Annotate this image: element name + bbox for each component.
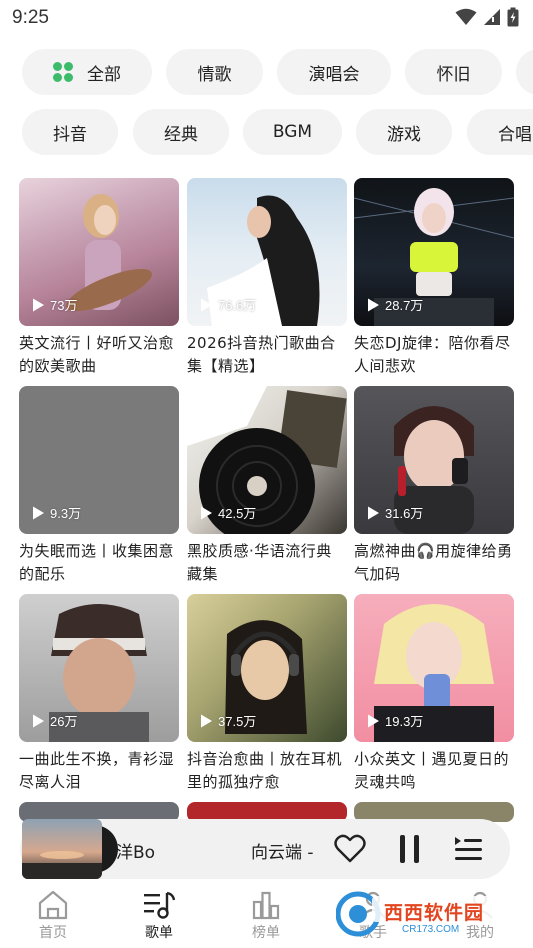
playlist-cover: 9.3万 [19,386,179,534]
tab-label: 歌单 [145,925,173,941]
playlist-cover: 28.7万 [354,178,514,326]
chip-concert[interactable]: 演唱会 [277,49,391,95]
chip-label: 经典 [164,124,198,145]
play-count: 42.5万 [198,503,256,522]
playlist-cover: 26万 [19,594,179,742]
heart-icon [334,834,366,863]
chip-classic[interactable]: 经典 [133,109,229,155]
play-icon [33,714,44,727]
play-count: 37.5万 [198,711,256,730]
watermark-url: CR173.COM [402,924,460,935]
now-playing-cover [22,819,102,879]
playlist-title: 一曲此生不换，青衫湿尽离人泪 [19,750,175,791]
playlist-card[interactable]: 37.5万 抖音治愈曲丨放在耳机里的孤独疗愈 [187,594,347,794]
play-count: 19.3万 [365,711,423,730]
now-playing-artist: 洋Bo [116,843,156,863]
status-bar: 9:25 [0,0,533,36]
play-count: 9.3万 [30,503,81,522]
play-count: 31.6万 [365,503,423,522]
playlist-cover: 76.6万 [187,178,347,326]
chip-label: 怀旧 [436,64,471,85]
site-watermark: 西西软件园 CR173.COM [335,886,516,942]
tab-label: 首页 [39,925,67,941]
playlist-card[interactable]: 76.6万 2026抖音热门歌曲合集【精选】 [187,178,347,378]
queue-icon [455,837,482,860]
playlist-title: 抖音治愈曲丨放在耳机里的孤独疗愈 [187,750,343,791]
playlist-card[interactable]: 42.5万 黑胶质感·华语流行典藏集 [187,386,347,586]
chart-icon [252,891,280,920]
play-icon [201,506,212,519]
play-count: 28.7万 [365,295,423,314]
pause-button[interactable] [393,833,427,865]
play-icon [33,506,44,519]
chip-label: 合唱 [498,124,532,145]
playlist-card[interactable]: 9.3万 为失眠而选丨收集困意的配乐 [19,386,179,586]
status-time: 9:25 [12,7,49,28]
chip-all[interactable]: 全部 [22,49,152,95]
play-count: 26万 [30,711,77,730]
chip-label: 全部 [87,64,121,85]
playlist-cover: 31.6万 [354,386,514,534]
chip-game[interactable]: 游戏 [356,109,452,155]
playlist-cover: 42.5万 [187,386,347,534]
chip-douyin[interactable]: 抖音 [22,109,118,155]
play-icon [33,298,44,311]
play-count: 76.6万 [198,295,256,314]
battery-icon [507,7,519,27]
playlist-title: 小众英文丨遇见夏日的灵魂共鸣 [354,750,510,791]
chip-label: 情歌 [197,64,232,85]
playlist-cover: 19.3万 [354,594,514,742]
chip-label: 演唱会 [308,64,360,85]
watermark-title: 西西软件园 [384,902,485,924]
now-playing-song: 向云端 - [251,843,314,863]
tab-charts[interactable]: 榜单 [231,888,301,942]
play-icon [368,714,379,727]
play-icon [368,298,379,311]
category-chips-row-2: 抖音 经典 BGM 游戏 合唱 [0,109,533,159]
playlist-title: 为失眠而选丨收集困意的配乐 [19,542,175,583]
playlist-card[interactable]: 19.3万 小众英文丨遇见夏日的灵魂共鸣 [354,594,514,794]
playlist-card[interactable]: 28.7万 失恋DJ旋律：陪你看尽人间悲欢 [354,178,514,378]
tab-home[interactable]: 首页 [18,888,88,942]
chip-chorus[interactable]: 合唱 [467,109,533,155]
signal-icon [484,9,500,25]
wifi-icon [455,8,477,25]
chip-bgm[interactable]: BGM [243,109,342,155]
playlist-title: 英文流行丨好听又治愈的欧美歌曲 [19,334,175,375]
playlist-cover: 73万 [19,178,179,326]
grid-icon [53,62,73,82]
home-icon [38,890,68,920]
playlist-title: 失恋DJ旋律：陪你看尽人间悲欢 [354,334,511,375]
play-count: 73万 [30,295,77,314]
playlist-cover: 37.5万 [187,594,347,742]
playlist-card[interactable]: 73万 英文流行丨好听又治愈的欧美歌曲 [19,178,179,378]
play-icon [201,714,212,727]
mini-player[interactable]: 洋Bo 向云端 - [20,819,510,879]
playlist-title: 黑胶质感·华语流行典藏集 [187,542,332,583]
chip-more[interactable] [516,49,533,95]
playlist-queue-button[interactable] [451,833,485,865]
chip-nostalgia[interactable]: 怀旧 [405,49,502,95]
favorite-button[interactable] [333,833,367,865]
playlist-card[interactable]: 26万 一曲此生不换，青衫湿尽离人泪 [19,594,179,794]
pause-icon [400,835,419,863]
play-icon [368,506,379,519]
chip-label: BGM [272,122,313,142]
status-icons [455,7,519,27]
playlist-card[interactable]: 31.6万 高燃神曲🎧用旋律给勇气加码 [354,386,514,586]
chip-label: 游戏 [387,124,421,145]
chip-love-songs[interactable]: 情歌 [166,49,263,95]
playlist-title: 2026抖音热门歌曲合集【精选】 [187,334,336,375]
tab-label: 榜单 [252,925,280,941]
play-icon [201,298,212,311]
chip-label: 抖音 [53,124,87,145]
playlist-note-icon [144,891,176,919]
tab-playlists[interactable]: 歌单 [124,888,194,942]
playlist-title: 高燃神曲🎧用旋律给勇气加码 [354,542,513,583]
category-chips-row-1: 全部 情歌 演唱会 怀旧 [0,49,533,99]
